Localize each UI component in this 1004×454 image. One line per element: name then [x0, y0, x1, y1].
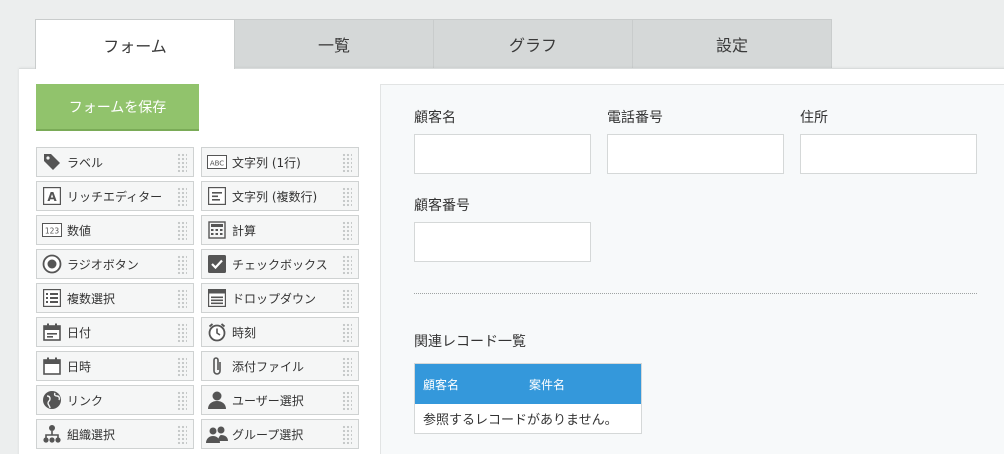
- org-icon: [41, 423, 63, 445]
- drag-handle[interactable]: [342, 153, 352, 172]
- drag-handle[interactable]: [177, 221, 187, 240]
- palette-item-number[interactable]: 123 数値: [36, 215, 194, 245]
- section-divider[interactable]: [414, 293, 977, 294]
- drag-handle[interactable]: [342, 187, 352, 206]
- number-icon: 123: [41, 219, 63, 241]
- palette-item-label-text: 文字列 (1行): [232, 155, 301, 170]
- column-header-customer-name: 顧客名: [423, 377, 460, 392]
- palette-item-label-text: ユーザー選択: [232, 393, 304, 408]
- related-records-header: 顧客名 案件名: [415, 364, 641, 404]
- svg-text:123: 123: [45, 227, 60, 236]
- svg-text:A: A: [47, 190, 57, 204]
- field-label-phone: 電話番号: [607, 110, 663, 126]
- palette-item-label-text: リッチエディター: [67, 189, 163, 204]
- user-icon: [206, 389, 228, 411]
- address-field[interactable]: [800, 134, 977, 174]
- tab-settings[interactable]: 設定: [632, 19, 832, 68]
- tab-list[interactable]: 一覧: [234, 19, 434, 68]
- multiline-text-icon: [206, 185, 228, 207]
- palette-item-org-select[interactable]: 組織選択: [36, 419, 194, 449]
- tab-bar: フォーム 一覧 グラフ 設定: [35, 19, 832, 69]
- customer-number-field[interactable]: [414, 222, 591, 262]
- palette-item-label-text: リンク: [67, 393, 104, 408]
- palette-item-label-text: 数値: [67, 223, 92, 238]
- drag-handle[interactable]: [177, 289, 187, 308]
- drag-handle[interactable]: [177, 323, 187, 342]
- drag-handle[interactable]: [177, 357, 187, 376]
- phone-field[interactable]: [607, 134, 784, 174]
- drag-handle[interactable]: [177, 255, 187, 274]
- palette-item-label-text: グループ選択: [232, 427, 304, 442]
- palette-item-multi-line-text[interactable]: 文字列 (複数行): [201, 181, 359, 211]
- group-icon: [206, 423, 228, 445]
- save-form-button[interactable]: フォームを保存: [36, 84, 199, 131]
- multi-select-icon: [41, 287, 63, 309]
- palette-item-user-select[interactable]: ユーザー選択: [201, 385, 359, 415]
- rich-text-icon: A: [41, 185, 63, 207]
- tab-form[interactable]: フォーム: [35, 19, 235, 69]
- palette-item-label[interactable]: ラベル: [36, 147, 194, 177]
- palette-item-time[interactable]: 時刻: [201, 317, 359, 347]
- drag-handle[interactable]: [177, 425, 187, 444]
- palette-item-rich-editor[interactable]: A リッチエディター: [36, 181, 194, 211]
- svg-text:ABC: ABC: [210, 160, 224, 168]
- dropdown-icon: [206, 287, 228, 309]
- palette-item-label-text: ラジオボタン: [67, 257, 139, 272]
- drag-handle[interactable]: [177, 153, 187, 172]
- tag-icon: [41, 151, 63, 173]
- palette-item-label-text: 日付: [67, 325, 92, 340]
- palette-item-label-text: 計算: [232, 223, 257, 238]
- checkbox-icon: [206, 253, 228, 275]
- palette-item-radio[interactable]: ラジオボタン: [36, 249, 194, 279]
- palette-item-checkbox[interactable]: チェックボックス: [201, 249, 359, 279]
- drag-handle[interactable]: [177, 391, 187, 410]
- drag-handle[interactable]: [342, 221, 352, 240]
- field-label-customer-name: 顧客名: [414, 110, 456, 126]
- palette-item-label-text: 日時: [67, 359, 92, 374]
- palette-item-group-select[interactable]: グループ選択: [201, 419, 359, 449]
- palette-item-single-line-text[interactable]: ABC 文字列 (1行): [201, 147, 359, 177]
- palette-item-label-text: チェックボックス: [232, 257, 328, 272]
- palette-item-label-text: 添付ファイル: [232, 359, 305, 374]
- palette-item-label-text: 時刻: [232, 325, 257, 340]
- palette-item-label-text: ラベル: [67, 155, 104, 170]
- palette-item-date[interactable]: 日付: [36, 317, 194, 347]
- palette-item-label-text: 文字列 (複数行): [232, 189, 318, 204]
- drag-handle[interactable]: [342, 255, 352, 274]
- palette-item-label-text: 組織選択: [67, 427, 116, 442]
- calculator-icon: [206, 219, 228, 241]
- palette-item-attachment[interactable]: 添付ファイル: [201, 351, 359, 381]
- drag-handle[interactable]: [342, 391, 352, 410]
- drag-handle[interactable]: [342, 425, 352, 444]
- drag-handle[interactable]: [342, 323, 352, 342]
- palette-item-multi-select[interactable]: 複数選択: [36, 283, 194, 313]
- drag-handle[interactable]: [177, 187, 187, 206]
- clock-icon: [206, 321, 228, 343]
- abc-text-icon: ABC: [206, 151, 228, 173]
- drag-handle[interactable]: [342, 289, 352, 308]
- radio-icon: [41, 253, 63, 275]
- related-records-title: 関連レコード一覧: [414, 334, 526, 350]
- palette-item-calc[interactable]: 計算: [201, 215, 359, 245]
- customer-name-field[interactable]: [414, 134, 591, 174]
- drag-handle[interactable]: [342, 357, 352, 376]
- palette-item-label-text: 複数選択: [67, 291, 116, 306]
- calendar-icon: [41, 321, 63, 343]
- tab-graph[interactable]: グラフ: [433, 19, 633, 68]
- globe-icon: [41, 389, 63, 411]
- related-records-empty-message: 参照するレコードがありません。: [423, 413, 618, 428]
- palette-item-datetime[interactable]: 日時: [36, 351, 194, 381]
- column-header-deal-name: 案件名: [529, 377, 566, 392]
- palette-item-dropdown[interactable]: ドロップダウン: [201, 283, 359, 313]
- field-label-address: 住所: [800, 110, 828, 126]
- field-label-customer-number: 顧客番号: [414, 198, 470, 214]
- related-records-table[interactable]: 顧客名 案件名 参照するレコードがありません。: [414, 363, 642, 434]
- palette-item-link[interactable]: リンク: [36, 385, 194, 415]
- field-palette: ラベル ABC 文字列 (1行) A リッチエディター 文字列 (複数行) 12…: [36, 147, 359, 449]
- paperclip-icon: [206, 355, 228, 377]
- datetime-icon: [41, 355, 63, 377]
- palette-item-label-text: ドロップダウン: [232, 291, 317, 306]
